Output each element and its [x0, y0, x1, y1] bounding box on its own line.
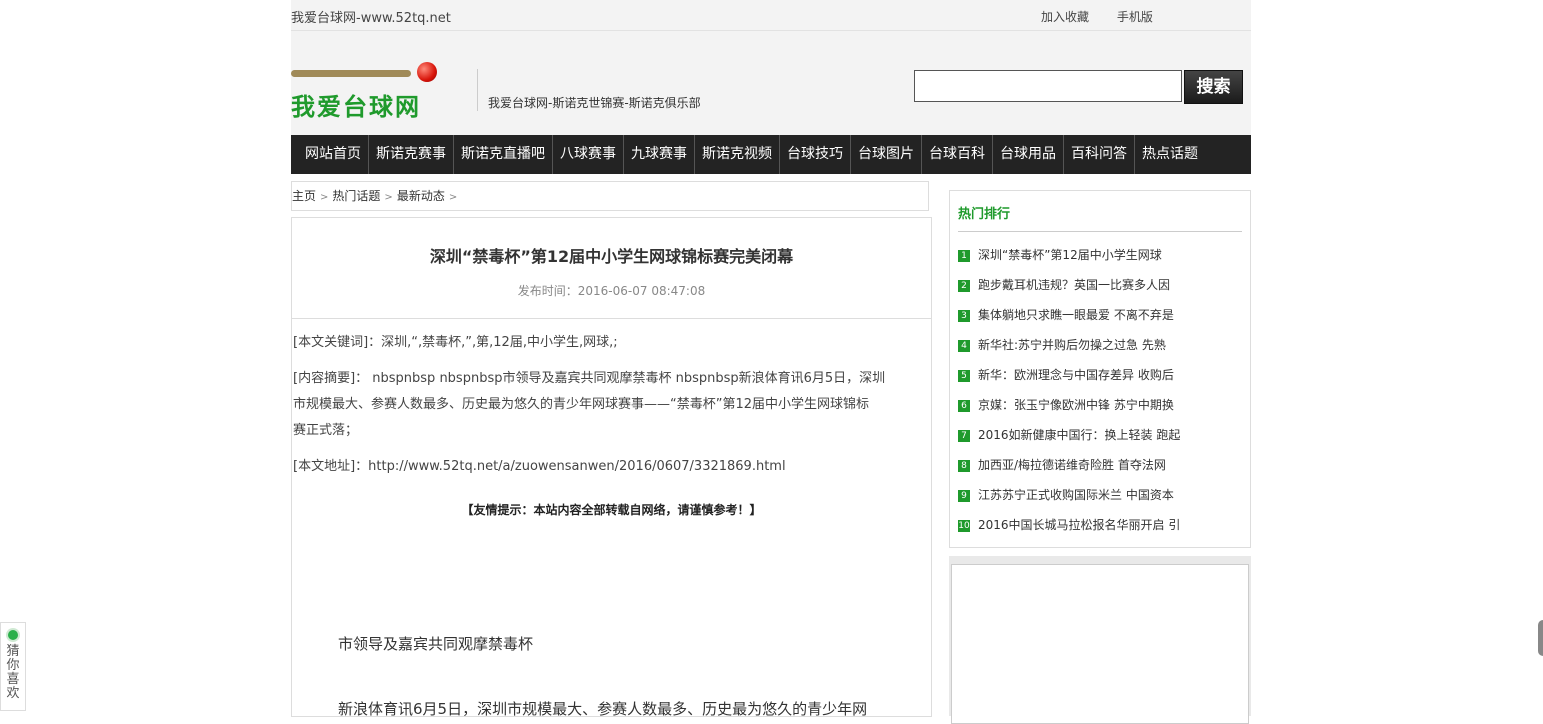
- breadcrumb-separator: >: [320, 192, 329, 203]
- breadcrumb-separator: >: [384, 192, 393, 203]
- ranking-item[interactable]: 2 跑步戴耳机违规？英国一比赛多人因: [958, 276, 1170, 293]
- breadcrumb-separator: >: [448, 192, 458, 203]
- nav-item[interactable]: 网站首页: [291, 135, 369, 174]
- friendly-tip: 【友情提示：本站内容全部转载自网络，请谨慎参考！】: [461, 503, 762, 517]
- nav-item[interactable]: 台球百科: [922, 135, 993, 174]
- top-links: 加入收藏 手机版: [1041, 8, 1177, 25]
- nav-item[interactable]: 台球技巧: [780, 135, 851, 174]
- ranking-item[interactable]: 1 深圳“禁毒杯”第12届中小学生网球: [958, 246, 1162, 263]
- nav-item[interactable]: 八球赛事: [553, 135, 624, 174]
- side-handle[interactable]: [1538, 620, 1543, 656]
- ranking-item-text: 跑步戴耳机违规？英国一比赛多人因: [978, 278, 1171, 292]
- ranking-item[interactable]: 5 新华：欧洲理念与中国存差异 收购后: [958, 366, 1174, 383]
- logo-text: 我爱台球网: [291, 93, 421, 121]
- nav-item[interactable]: 斯诺克直播吧: [454, 135, 553, 174]
- nav-item[interactable]: 台球图片: [851, 135, 922, 174]
- ranking-item[interactable]: 3 集体躺地只求瞧一眼最爱 不离不弃是: [958, 306, 1174, 323]
- nav-item[interactable]: 热点话题: [1135, 135, 1206, 174]
- article-divider: [292, 318, 931, 319]
- nav-item[interactable]: 斯诺克赛事: [369, 135, 454, 174]
- article-paragraph: 新浪体育讯6月5日，深圳市规模最大、参赛人数最多、历史最为悠久的青少年网: [338, 700, 868, 718]
- article-summary: [内容摘要]： nbspnbsp nbspnbsp市领导及嘉宾共同观摩禁毒杯 n…: [293, 366, 929, 444]
- header-divider: [477, 69, 478, 111]
- rank-number-badge: 1: [958, 249, 970, 262]
- ad-frame: [951, 564, 1249, 724]
- article-url[interactable]: [本文地址]：http://www.52tq.net/a/zuowensanwe…: [293, 454, 929, 480]
- site-logo[interactable]: 我爱台球网: [291, 61, 441, 121]
- top-bar: 我爱台球网-www.52tq.net 加入收藏 手机版: [291, 0, 1251, 31]
- search-button[interactable]: 搜索: [1184, 70, 1243, 104]
- ranking-item[interactable]: 8 加西亚/梅拉德诺维奇险胜 首夺法网: [958, 456, 1166, 473]
- rank-number-badge: 6: [958, 399, 970, 412]
- breadcrumb: 主页 > 热门话题 > 最新动态 >: [291, 181, 929, 211]
- ranking-item[interactable]: 6 京媒：张玉宁像欧洲中锋 苏宁中期换: [958, 396, 1174, 413]
- ranking-item-text: 加西亚/梅拉德诺维奇险胜 首夺法网: [978, 458, 1166, 472]
- summary-line: [内容摘要]： nbspnbsp nbspnbsp市领导及嘉宾共同观摩禁毒杯 n…: [293, 371, 886, 386]
- rank-number-badge: 10: [958, 519, 970, 532]
- nav-item[interactable]: 九球赛事: [624, 135, 695, 174]
- search-input[interactable]: [914, 70, 1182, 102]
- breadcrumb-item[interactable]: 最新动态: [397, 189, 445, 203]
- ranking-item-text: 新华社:苏宁并购后勿操之过急 先熟: [978, 338, 1166, 352]
- rank-number-badge: 2: [958, 279, 970, 292]
- ranking-item-text: 深圳“禁毒杯”第12届中小学生网球: [978, 248, 1162, 262]
- mobile-link[interactable]: 手机版: [1117, 10, 1153, 24]
- image-caption: 市领导及嘉宾共同观摩禁毒杯: [338, 635, 534, 653]
- rank-number-badge: 5: [958, 369, 970, 382]
- red-ball-icon: [417, 62, 437, 82]
- summary-line: 市规模最大、参赛人数最多、历史最为悠久的青少年网球赛事——“禁毒杯”第12届中小…: [293, 397, 870, 412]
- rank-number-badge: 8: [958, 459, 970, 472]
- main-nav: 网站首页 斯诺克赛事 斯诺克直播吧 八球赛事 九球赛事 斯诺克视频 台球技巧 台球图片 台球百科…: [291, 135, 1251, 174]
- article: 深圳“禁毒杯”第12届中小学生网球锦标赛完美闭幕 发布时间：2016-06-07…: [291, 217, 932, 718]
- bookmark-link[interactable]: 加入收藏: [1041, 10, 1089, 24]
- page-container: 我爱台球网-www.52tq.net 加入收藏 手机版 我爱台球网 我爱台球网-…: [291, 0, 1251, 724]
- ranking-item[interactable]: 7 2016如新健康中国行：换上轻装 跑起: [958, 426, 1180, 443]
- hot-ranking-panel: 热门排行 1 深圳“禁毒杯”第12届中小学生网球 2 跑步戴耳机违规？英国一比赛多人因…: [949, 190, 1251, 548]
- ranking-item-text: 2016如新健康中国行：换上轻装 跑起: [978, 428, 1181, 442]
- breadcrumb-item[interactable]: 热门话题: [332, 189, 380, 203]
- rank-number-badge: 3: [958, 309, 970, 322]
- ranking-item-text: 集体躺地只求瞧一眼最爱 不离不弃是: [978, 308, 1174, 322]
- header: 我爱台球网 我爱台球网-斯诺克世锦赛-斯诺克俱乐部 搜索: [291, 31, 1251, 135]
- cue-stick-graphic: [291, 70, 411, 77]
- article-keywords: [本文关键词]：深圳,“,禁毒杯,”,第,12届,中小学生,网球,;: [293, 335, 618, 350]
- ranking-item[interactable]: 10 2016中国长城马拉松报名华丽开启 引: [958, 516, 1180, 533]
- guess-label: 猜你喜欢: [6, 644, 20, 701]
- site-slogan: 我爱台球网-斯诺克世锦赛-斯诺克俱乐部: [488, 96, 701, 110]
- rank-number-badge: 4: [958, 339, 970, 352]
- ranking-item[interactable]: 9 江苏苏宁正式收购国际米兰 中国资本: [958, 486, 1174, 503]
- nav-item[interactable]: 百科问答: [1064, 135, 1135, 174]
- article-title: 深圳“禁毒杯”第12届中小学生网球锦标赛完美闭幕: [429, 247, 794, 266]
- ranking-item-text: 京媒：张玉宁像欧洲中锋 苏宁中期换: [978, 398, 1174, 412]
- rank-number-badge: 9: [958, 489, 970, 502]
- nav-item[interactable]: 斯诺克视频: [695, 135, 780, 174]
- rank-number-badge: 7: [958, 429, 970, 442]
- guess-you-like-tab[interactable]: 猜你喜欢: [0, 622, 26, 711]
- panel-divider: [958, 231, 1242, 232]
- breadcrumb-item[interactable]: 主页: [292, 189, 316, 203]
- article-time: 发布时间：2016-06-07 08:47:08: [517, 284, 706, 298]
- ranking-item-text: 江苏苏宁正式收购国际米兰 中国资本: [978, 488, 1174, 502]
- ranking-item-text: 2016中国长城马拉松报名华丽开启 引: [978, 518, 1181, 532]
- ranking-item-text: 新华：欧洲理念与中国存差异 收购后: [978, 368, 1174, 382]
- site-name[interactable]: 我爱台球网-www.52tq.net: [291, 7, 451, 26]
- nav-item[interactable]: 台球用品: [993, 135, 1064, 174]
- status-dot-icon: [8, 630, 18, 640]
- ranking-item[interactable]: 4 新华社:苏宁并购后勿操之过急 先熟: [958, 336, 1166, 353]
- hot-ranking-title: 热门排行: [958, 207, 1011, 222]
- ad-panel: [949, 556, 1251, 724]
- summary-line: 赛正式落；: [293, 423, 359, 438]
